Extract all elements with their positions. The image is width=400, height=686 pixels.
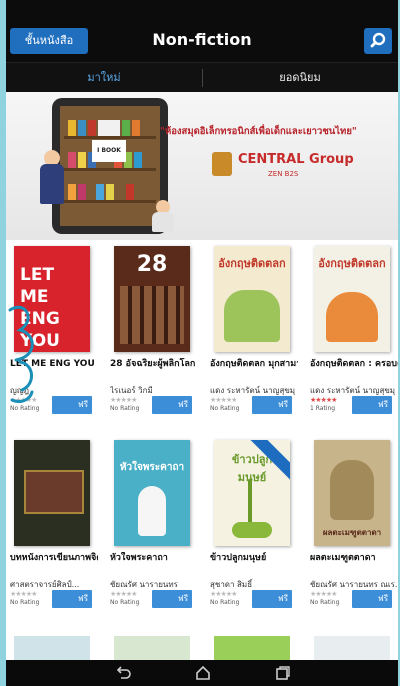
tab-new[interactable]: มาใหม่ <box>6 63 202 93</box>
book-card[interactable]: ผลตะเมฑูตตาดา ผลตะเมฑูตตาดา ชัยณรัศ นารา… <box>306 434 398 620</box>
free-button[interactable]: ฟรี <box>252 590 292 608</box>
rating-label: No Rating <box>10 599 40 606</box>
banner-brand-sub: ZEN B2S <box>268 170 299 178</box>
page-title: Non-fiction <box>152 30 252 49</box>
kid-illustration <box>40 164 64 204</box>
book-cover-partial[interactable] <box>214 636 290 660</box>
free-button[interactable]: ฟรี <box>352 590 392 608</box>
rating-stars: ★★★★★ <box>310 396 337 404</box>
rating-label: No Rating <box>210 599 240 606</box>
book-title: LET ME ENG YOU <box>10 359 95 369</box>
book-grid: LET ME ENG YOU LET ME ENG YOU ญญฎ ★★★★★ … <box>6 240 398 660</box>
banner-slogan: "ห้องสมุดอิเล็กทรอนิกส์เพื่อเด็กและเยาวช… <box>160 126 357 137</box>
book-card[interactable]: ข้าวปลูกมนุษย์ ข้าวปลูกมนุษย์ สุชาดา สิม… <box>206 434 298 620</box>
banner-brand: CENTRAL Group <box>238 152 354 167</box>
cover-title: อังกฤษติดตลก <box>318 257 386 270</box>
book-cover[interactable]: ข้าวปลูกมนุษย์ <box>214 440 290 546</box>
tablet-book-badge: I BOOK <box>92 140 126 162</box>
rating-label: No Rating <box>110 599 140 606</box>
book-title: ผลตะเมฑูตตาดา <box>310 553 376 563</box>
book-card[interactable]: 28 28 อัจฉริยะผู้พลิกโลก ไรเนอร์ วิกมี ★… <box>106 240 198 426</box>
book-cover[interactable]: 28 <box>114 246 190 352</box>
top-bar: ชั้นหนังสือ Non-fiction <box>6 0 398 62</box>
rating-label: No Rating <box>210 405 240 412</box>
cover-title: LET ME ENG YOU <box>20 265 60 351</box>
cover-title: หัวใจพระคาถา <box>119 462 185 473</box>
book-title: บทหนังการเขียนภาพจิตรกรรมไทย... <box>10 553 98 563</box>
book-card[interactable]: บทหนังการเขียนภาพจิตรกรรมไทย... ศาสตราจา… <box>6 434 98 620</box>
book-cover[interactable]: หัวใจพระคาถา <box>114 440 190 546</box>
book-cover-partial[interactable] <box>314 636 390 660</box>
free-button[interactable]: ฟรี <box>152 590 192 608</box>
book-cover-partial[interactable] <box>14 636 90 660</box>
home-icon[interactable] <box>194 664 212 682</box>
book-card[interactable]: LET ME ENG YOU LET ME ENG YOU ญญฎ ★★★★★ … <box>6 240 98 426</box>
rating-stars: ★★★★★ <box>10 396 37 404</box>
book-cover[interactable]: อังกฤษติดตลก <box>314 246 390 352</box>
book-cover[interactable]: LET ME ENG YOU <box>14 246 90 352</box>
book-card[interactable]: อังกฤษติดตลก อังกฤษติดตลก : ครอบครัวเฮฮา… <box>306 240 398 426</box>
cover-title: 28 <box>136 252 168 277</box>
free-button[interactable]: ฟรี <box>52 396 92 414</box>
rating-stars: ★★★★★ <box>110 396 137 404</box>
book-title: หัวใจพระคาถา <box>110 553 168 563</box>
cover-title: อังกฤษติดตลก <box>218 257 286 270</box>
book-title: 28 อัจฉริยะผู้พลิกโลก <box>110 359 196 369</box>
rating-stars: ★★★★★ <box>210 590 237 598</box>
book-card[interactable]: อังกฤษติดตลก อังกฤษติดตลก มุกสามานตาดชีพ… <box>206 240 298 426</box>
book-cover[interactable]: ผลตะเมฑูตตาดา <box>314 440 390 546</box>
rating-label: No Rating <box>110 405 140 412</box>
book-title: ข้าวปลูกมนุษย์ <box>210 553 267 563</box>
search-icon <box>370 32 386 48</box>
rating-label: 1 Rating <box>310 405 336 412</box>
book-title: อังกฤษติดตลก มุกสามานตาดชีพ <box>210 359 298 369</box>
book-cover[interactable]: อังกฤษติดตลก <box>214 246 290 352</box>
central-logo-icon <box>212 152 232 176</box>
book-cover-partial[interactable] <box>114 636 190 660</box>
rating-label: No Rating <box>310 599 340 606</box>
free-button[interactable]: ฟรี <box>352 396 392 414</box>
free-button[interactable]: ฟรี <box>152 396 192 414</box>
promo-banner[interactable]: I BOOK "ห้องสมุดอิเล็กทรอนิกส์เพื่อเด็กแ… <box>6 92 398 240</box>
book-card[interactable]: หัวใจพระคาถา หัวใจพระคาถา ชัยณรัศ นารายน… <box>106 434 198 620</box>
system-nav-bar <box>6 660 398 686</box>
rating-stars: ★★★★★ <box>110 590 137 598</box>
free-button[interactable]: ฟรี <box>252 396 292 414</box>
tablet-illustration: I BOOK <box>52 98 168 234</box>
book-title: อังกฤษติดตลก : ครอบครัวเฮฮา กัน... <box>310 359 398 369</box>
app-screen: ชั้นหนังสือ Non-fiction มาใหม่ ยอดนิยม I… <box>6 0 398 686</box>
tab-bar: มาใหม่ ยอดนิยม <box>6 62 398 93</box>
recent-apps-icon[interactable] <box>274 664 292 682</box>
back-icon[interactable] <box>114 664 132 682</box>
tab-popular[interactable]: ยอดนิยม <box>202 63 398 93</box>
free-button[interactable]: ฟรี <box>52 590 92 608</box>
rating-stars: ★★★★★ <box>10 590 37 598</box>
book-cover[interactable] <box>14 440 90 546</box>
kid-illustration <box>152 212 174 232</box>
rating-stars: ★★★★★ <box>210 396 237 404</box>
search-button[interactable] <box>364 28 392 54</box>
cover-title: ผลตะเมฑูตตาดา <box>322 528 382 537</box>
rating-stars: ★★★★★ <box>310 590 337 598</box>
rating-label: No Rating <box>10 405 40 412</box>
